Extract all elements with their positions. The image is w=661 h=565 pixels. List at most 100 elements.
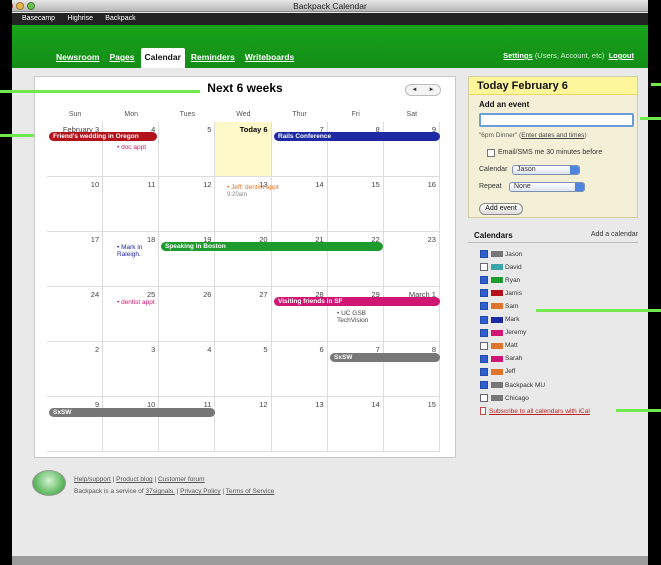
event-note[interactable]: • doc appt <box>117 144 146 151</box>
event-note[interactable]: • Jeff: dentist appt 9:20am <box>227 184 281 199</box>
customer-forum-link[interactable]: Customer forum <box>158 476 205 483</box>
calendar-list-item[interactable]: Jeremy <box>480 328 526 338</box>
tab-pages[interactable]: Pages <box>105 48 138 68</box>
prev-arrow-icon[interactable]: ◄ <box>412 87 418 93</box>
day-cell[interactable]: 12 <box>159 177 216 232</box>
day-cell[interactable]: 10 <box>47 177 104 232</box>
day-cell[interactable]: 11 <box>159 397 216 452</box>
event-note[interactable]: • dentist appt <box>117 299 155 306</box>
day-cell[interactable]: 3 <box>103 342 160 397</box>
calendar-checkbox[interactable] <box>480 341 488 350</box>
day-cell[interactable]: 2 <box>47 342 104 397</box>
next-arrow-icon[interactable]: ► <box>429 87 435 93</box>
calendar-checkbox[interactable] <box>480 276 488 285</box>
event-bar[interactable]: SxSW <box>49 408 215 417</box>
repeat-select[interactable]: None <box>509 182 585 192</box>
day-cell[interactable]: 19 <box>159 232 216 287</box>
event-bar[interactable]: Friend's wedding in Oregon <box>49 132 157 141</box>
event-note[interactable]: • UC GSB TechVision <box>337 310 389 324</box>
event-input[interactable] <box>479 113 634 127</box>
day-cell[interactable]: 14 <box>327 397 384 452</box>
day-cell[interactable]: March 1 <box>383 287 440 342</box>
calendar-list-item[interactable]: Jeff <box>480 367 515 377</box>
tab-newsroom[interactable]: Newsroom <box>52 48 103 68</box>
event-bar[interactable]: Visiting friends in SF <box>274 297 440 306</box>
calendar-checkbox[interactable] <box>480 328 488 337</box>
day-cell[interactable]: 4 <box>159 342 216 397</box>
calendar-list-item[interactable]: Chicago <box>480 393 529 403</box>
event-bar[interactable]: SxSW <box>330 353 440 362</box>
day-cell[interactable]: 15 <box>383 397 440 452</box>
ical-subscribe[interactable]: Subscribe to all calendars with iCal <box>480 407 590 415</box>
tab-writeboards[interactable]: Writeboards <box>241 48 298 68</box>
terms-link[interactable]: Terms of Service <box>226 488 274 495</box>
day-cell[interactable]: 8 <box>327 122 384 177</box>
add-calendar-link[interactable]: Add a calendar <box>591 231 638 238</box>
day-cell[interactable]: 5 <box>215 342 272 397</box>
day-cell[interactable]: 23 <box>383 232 440 287</box>
day-cell[interactable]: 5 <box>159 122 216 177</box>
day-cell[interactable]: 10 <box>103 397 160 452</box>
calendar-checkbox[interactable] <box>480 381 488 389</box>
day-cell[interactable]: 9 <box>383 122 440 177</box>
company-link[interactable]: 37signals. <box>146 488 175 495</box>
day-cell[interactable]: 6 <box>271 342 328 397</box>
day-cell[interactable]: 9 <box>47 397 104 452</box>
day-cell[interactable]: 28 <box>271 287 328 342</box>
calendar-checkbox[interactable] <box>480 250 488 258</box>
calendar-checkbox[interactable] <box>480 302 488 311</box>
calendar-list-item[interactable]: Ryan <box>480 275 520 285</box>
calendar-list-item[interactable]: Jamis <box>480 288 522 298</box>
day-cell[interactable]: 7 <box>271 122 328 177</box>
product-blog-link[interactable]: Product blog <box>116 476 153 483</box>
nav-backpack[interactable]: Backpack <box>105 13 135 25</box>
day-cell[interactable]: 26 <box>159 287 216 342</box>
calendar-list-item[interactable]: Mark <box>480 315 519 325</box>
day-cell[interactable]: 15 <box>327 177 384 232</box>
calendar-list-item[interactable]: Backpack MU <box>480 380 545 390</box>
calendar-list-item[interactable]: Matt <box>480 341 518 351</box>
calendar-checkbox[interactable] <box>480 263 488 272</box>
day-cell[interactable]: 11 <box>103 177 160 232</box>
event-note[interactable]: • Mark in Raleigh. <box>117 244 159 258</box>
calendar-checkbox[interactable] <box>480 394 488 403</box>
ical-link[interactable]: Subscribe to all calendars with iCal <box>489 408 590 415</box>
event-bar[interactable]: Speaking in Boston <box>161 242 383 251</box>
tab-calendar[interactable]: Calendar <box>140 48 185 68</box>
day-cell[interactable]: 20 <box>215 232 272 287</box>
day-cell[interactable]: 18 <box>103 232 160 287</box>
day-cell[interactable]: 24 <box>47 287 104 342</box>
settings-link[interactable]: Settings <box>503 51 533 60</box>
day-cell[interactable]: 25 <box>103 287 160 342</box>
privacy-policy-link[interactable]: Privacy Policy <box>180 488 220 495</box>
calendar-checkbox[interactable] <box>480 354 488 363</box>
nav-highrise[interactable]: Highrise <box>67 13 93 25</box>
day-cell[interactable]: February 3 <box>47 122 104 177</box>
calendar-list-item[interactable]: Jason <box>480 249 522 259</box>
enter-dates-link[interactable]: Enter dates and times <box>521 132 584 139</box>
day-cell[interactable]: 7 <box>327 342 384 397</box>
nav-basecamp[interactable]: Basecamp <box>22 13 55 25</box>
day-cell[interactable]: Today 6 <box>215 122 272 177</box>
calendar-checkbox[interactable] <box>480 315 488 324</box>
tab-reminders[interactable]: Reminders <box>187 48 239 68</box>
day-cell[interactable]: 22 <box>327 232 384 287</box>
day-cell[interactable]: 12 <box>215 397 272 452</box>
calendar-list-item[interactable]: Sarah <box>480 354 522 364</box>
day-cell[interactable]: 16 <box>383 177 440 232</box>
calendar-checkbox[interactable] <box>480 289 488 298</box>
email-sms-checkbox[interactable] <box>487 149 495 157</box>
event-bar[interactable]: Rails Conference <box>274 132 440 141</box>
calendar-select[interactable]: Jason <box>512 165 580 175</box>
day-cell[interactable]: 27 <box>215 287 272 342</box>
help-support-link[interactable]: Help/support <box>74 476 111 483</box>
calendar-checkbox[interactable] <box>480 367 488 376</box>
calendar-list-item[interactable]: David <box>480 262 522 272</box>
day-cell[interactable]: 17 <box>47 232 104 287</box>
day-cell[interactable]: 8 <box>383 342 440 397</box>
calendar-list-item[interactable]: Sam <box>480 301 518 311</box>
logout-link[interactable]: Logout <box>609 51 634 60</box>
add-event-button[interactable]: Add event <box>479 203 523 215</box>
day-cell[interactable]: 13 <box>271 397 328 452</box>
day-cell[interactable]: 21 <box>271 232 328 287</box>
